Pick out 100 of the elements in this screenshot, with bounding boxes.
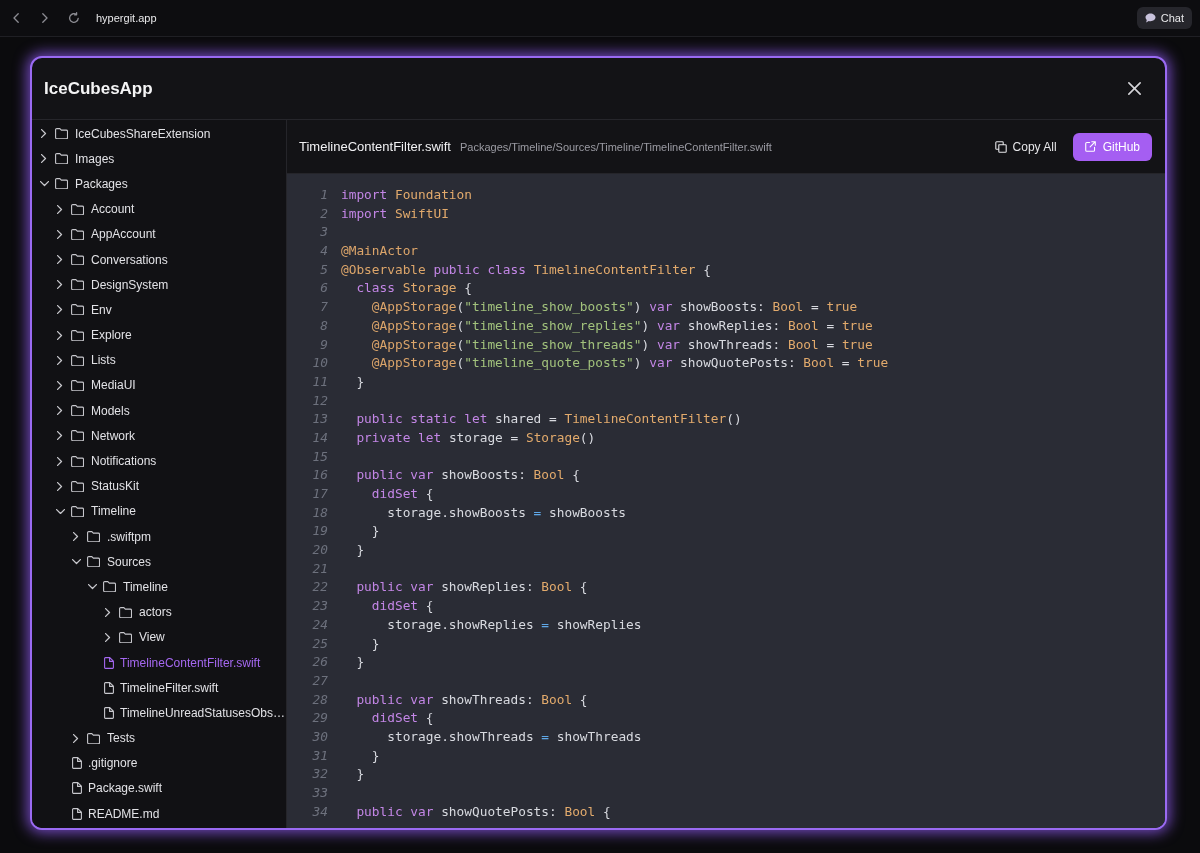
folder-item[interactable]: Conversations (32, 246, 286, 273)
folder-icon (55, 178, 68, 190)
line-number: 25 (311, 634, 329, 653)
folder-item[interactable]: .swiftpm (32, 524, 286, 550)
dialog-title: IceCubesApp (44, 78, 153, 99)
chat-button[interactable]: Chat (1136, 7, 1192, 29)
folder-icon (86, 732, 100, 744)
line-number: 28 (311, 690, 329, 709)
file-item[interactable]: README.md (32, 801, 286, 827)
line-number: 4 (319, 242, 329, 261)
file-icon (104, 706, 114, 719)
code-line: didSet { (370, 709, 434, 728)
line-number: 22 (311, 578, 329, 597)
folder-icon (70, 455, 84, 467)
line-number: 11 (311, 372, 329, 391)
folder-item[interactable]: View (32, 624, 286, 650)
folder-item[interactable]: Timeline (32, 498, 286, 524)
line-number: 15 (311, 447, 329, 466)
github-button[interactable]: GitHub (1072, 132, 1152, 161)
line-number: 6 (319, 279, 329, 298)
code-line: @AppStorage("timeline_show_replies") var showReplies: Bool = true (370, 316, 873, 335)
code-line: public var showBoosts: Bool { (355, 466, 580, 485)
line-number: 9 (319, 335, 329, 354)
folder-item[interactable]: Tests (32, 725, 286, 751)
folder-item[interactable]: Notifications (32, 448, 286, 474)
folder-icon (86, 531, 100, 543)
code-line: private let storage = Storage() (355, 428, 596, 447)
line-number: 12 (311, 391, 329, 410)
folder-item[interactable]: Packages (32, 171, 286, 197)
code-line: @MainActor (341, 242, 419, 261)
line-number: 13 (311, 410, 329, 429)
external-link-icon (1084, 141, 1096, 152)
code-line: public static let shared = TimelineContentFilter() (355, 410, 742, 429)
copy-icon (994, 140, 1007, 153)
code-line: } (355, 372, 365, 391)
line-number: 32 (311, 765, 329, 784)
line-number: 21 (311, 559, 329, 578)
file-item[interactable]: TimelineContentFilter.swift (32, 649, 286, 676)
file-path: Packages/Timeline/Sources/Timeline/TimelineContentFilter.swift (459, 140, 772, 153)
folder-item[interactable]: Account (32, 196, 286, 222)
line-number: 29 (311, 709, 329, 728)
folder-icon (70, 430, 84, 442)
code-line: @AppStorage("timeline_quote_posts") var showQuotePosts: Bool = true (370, 354, 889, 373)
folder-item[interactable]: Sources (32, 549, 286, 575)
file-name: TimelineContentFilter.swift (299, 139, 451, 154)
line-number: 3 (319, 223, 329, 242)
copy-all-button[interactable]: Copy All (986, 133, 1065, 160)
file-icon (72, 807, 82, 820)
folder-item[interactable]: Network (32, 423, 286, 449)
file-item[interactable]: TimelineFilter.swift (32, 675, 286, 701)
code-line: } (370, 746, 380, 765)
code-line: import SwiftUI (341, 204, 449, 223)
back-icon[interactable] (13, 13, 19, 23)
line-number: 23 (311, 597, 329, 616)
code-line: storage.showThreads = showThreads (386, 727, 642, 746)
folder-icon (71, 505, 84, 517)
line-number: 27 (311, 671, 329, 690)
line-number: 1 (319, 186, 329, 204)
close-icon (1128, 82, 1141, 95)
line-number: 33 (311, 784, 329, 802)
code-line: import Foundation (341, 186, 472, 204)
code-line: class Storage { (355, 279, 472, 298)
folder-icon (70, 405, 84, 417)
folder-icon (70, 379, 84, 391)
line-number: 31 (311, 746, 329, 765)
forward-icon[interactable] (42, 13, 48, 23)
file-item[interactable]: Package.swift (32, 775, 286, 802)
code-line: didSet { (370, 485, 434, 503)
code-line: public var showQuotePosts: Bool { (355, 802, 611, 821)
folder-item[interactable]: Env (32, 297, 286, 323)
folder-item[interactable]: IceCubesShareExtension (32, 121, 286, 147)
file-icon (104, 656, 114, 669)
code-line: public var showThreads: Bool { (355, 690, 588, 709)
folder-item[interactable]: Lists (32, 347, 286, 373)
chat-bubble-icon (1144, 13, 1156, 23)
folder-icon (70, 354, 84, 366)
code-line: } (370, 522, 380, 541)
folder-icon (70, 254, 84, 266)
folder-item[interactable]: StatusKit (32, 473, 286, 499)
folder-icon (70, 304, 84, 316)
address-field[interactable]: hypergit.app (96, 12, 157, 24)
folder-item[interactable]: MediaUI (32, 372, 286, 399)
file-item[interactable]: .gitignore (32, 750, 286, 776)
folder-icon (54, 153, 68, 165)
line-number: 14 (311, 428, 329, 447)
reload-icon[interactable] (68, 12, 80, 24)
file-item[interactable]: TimelineUnreadStatusesObs… (32, 700, 286, 726)
folder-item[interactable]: DesignSystem (32, 272, 286, 298)
line-number: 26 (311, 653, 329, 672)
line-number: 24 (311, 615, 329, 634)
folder-icon (54, 128, 68, 140)
folder-item[interactable]: AppAccount (32, 221, 286, 247)
folder-icon (103, 581, 116, 593)
line-number: 34 (311, 802, 329, 821)
folder-item[interactable]: actors (32, 599, 286, 625)
folder-item[interactable]: Timeline (32, 574, 286, 600)
folder-item[interactable]: Images (32, 146, 286, 172)
folder-icon (87, 556, 100, 568)
folder-item[interactable]: Models (32, 398, 286, 424)
folder-item[interactable]: Explore (32, 322, 286, 348)
